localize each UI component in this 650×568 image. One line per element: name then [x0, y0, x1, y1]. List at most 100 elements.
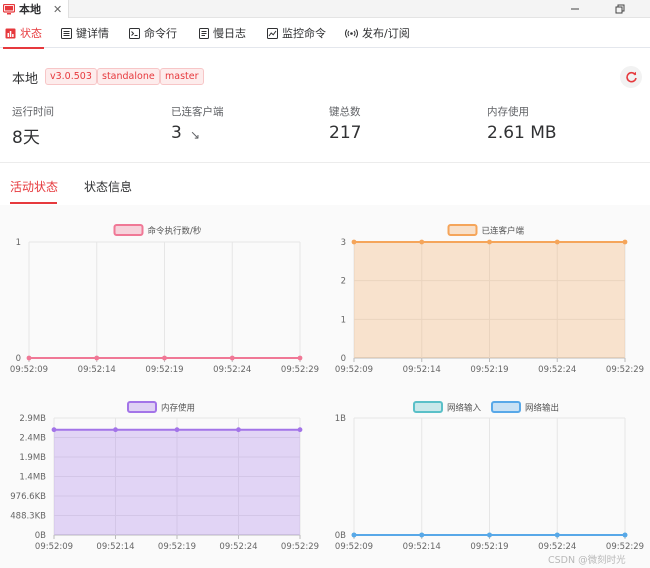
clients-label: 已连客户端 — [171, 106, 224, 118]
data-point — [351, 532, 357, 538]
y-tick-label: 976.6KB — [10, 492, 46, 502]
connection-tab-title: 本地 — [19, 3, 41, 16]
legend-swatch — [447, 224, 478, 236]
data-point — [622, 532, 628, 538]
active-tab-indicator — [10, 202, 57, 204]
connected-clients-chart: 0 1 2 3 09:52:09 09:52:14 09:52:19 09:52:24 09:5… — [335, 224, 644, 375]
x-tick-label: 09:52:19 — [470, 365, 508, 375]
legend-swatch — [491, 401, 521, 413]
legend-swatch — [413, 401, 443, 413]
data-point — [554, 239, 560, 245]
refresh-button[interactable] — [620, 66, 642, 88]
data-point — [236, 427, 241, 433]
close-tab-icon[interactable]: ✕ — [53, 3, 62, 16]
data-point — [162, 355, 167, 361]
data-point — [26, 355, 32, 361]
x-tick-label: 09:52:29 — [281, 542, 319, 552]
tab-monitor-commands-label: 监控命令 — [282, 27, 326, 40]
y-tick-label: 1.9MB — [19, 453, 46, 463]
data-point — [174, 427, 180, 433]
data-point — [487, 532, 492, 538]
y-tick-label: 3 — [341, 238, 346, 248]
x-tick-label: 09:52:09 — [335, 542, 373, 552]
tab-monitor-commands[interactable]: 监控命令 — [267, 18, 326, 48]
x-tick-label: 09:52:19 — [470, 542, 508, 552]
data-point — [419, 239, 425, 245]
tab-slow-log[interactable]: 慢日志 — [199, 18, 246, 48]
memory-usage-chart: 0B 488.3KB 976.6KB 1.4MB 1.9MB 2.4MB 2.9MB 09:5… — [10, 401, 319, 552]
y-tick-label: 2.9MB — [19, 414, 46, 424]
memory-value: 2.61 MB — [487, 123, 557, 143]
divider — [0, 162, 650, 163]
legend-label: 内存使用 — [161, 403, 195, 414]
series-area — [54, 429, 300, 535]
restore-icon[interactable] — [605, 0, 635, 18]
x-tick-label: 09:52:14 — [96, 542, 134, 552]
tab-command-line-label: 命令行 — [144, 27, 177, 40]
tab-status-label: 状态 — [20, 27, 42, 40]
y-tick-label: 0B — [35, 531, 46, 541]
x-tick-label: 09:52:09 — [10, 365, 48, 375]
monitor-icon — [3, 3, 15, 14]
tab-key-details[interactable]: 键详情 — [61, 18, 109, 48]
tab-pubsub[interactable]: 发布/订阅 — [345, 18, 410, 48]
broadcast-icon — [345, 28, 358, 38]
clients-value: 3 — [171, 123, 182, 143]
y-tick-label: 488.3KB — [10, 512, 46, 522]
tab-key-details-label: 键详情 — [76, 27, 109, 40]
y-tick-label: 2.4MB — [19, 434, 46, 444]
y-tick-label: 0B — [335, 531, 346, 541]
x-tick-label: 09:52:09 — [35, 542, 73, 552]
legend-label: 命令执行数/秒 — [148, 226, 202, 237]
watermark: CSDN @微刻时光 — [548, 555, 626, 566]
network-io-chart: 0B 1B 09:52:09 09:52:14 09:52:19 09:52:24 09:5… — [335, 401, 644, 552]
data-point — [113, 427, 118, 433]
data-point — [297, 355, 303, 361]
tab-activity[interactable]: 活动状态 — [10, 178, 58, 195]
y-tick-label: 1 — [341, 315, 346, 325]
version-tag: v3.0.503 — [45, 68, 97, 85]
y-tick-label: 0 — [341, 354, 346, 364]
memory-label: 内存使用 — [487, 106, 529, 118]
data-point — [487, 239, 492, 245]
tab-slow-log-label: 慢日志 — [213, 27, 246, 40]
tab-status[interactable]: 状态 — [3, 18, 44, 49]
main-tab-bar: 状态 键详情 命令行 慢日志 监控命令 发布/订阅 — [0, 18, 650, 49]
x-tick-label: 09:52:29 — [606, 542, 644, 552]
data-point — [229, 355, 235, 361]
keyboard-icon — [61, 27, 72, 39]
terminal-icon — [129, 27, 140, 39]
data-point — [297, 427, 303, 433]
refresh-icon — [625, 71, 637, 82]
y-tick-label: 2 — [341, 277, 346, 287]
legend-label: 网络输出 — [525, 403, 559, 414]
x-tick-label: 09:52:29 — [281, 365, 319, 375]
legend-label: 已连客户端 — [482, 226, 525, 237]
x-tick-label: 09:52:14 — [78, 365, 116, 375]
role-tag: master — [160, 68, 204, 85]
legend-label: 网络输入 — [447, 403, 482, 414]
minimize-icon[interactable] — [560, 0, 590, 18]
legend-swatch — [113, 224, 144, 236]
chart-icon — [5, 28, 16, 38]
data-point — [94, 355, 100, 361]
y-tick-label: 0 — [16, 354, 21, 364]
legend-swatch — [127, 401, 157, 413]
y-tick-label: 1 — [16, 238, 21, 248]
x-tick-label: 09:52:24 — [538, 542, 576, 552]
tab-command-line[interactable]: 命令行 — [129, 18, 177, 48]
data-point — [51, 427, 57, 433]
x-tick-label: 09:52:29 — [606, 365, 644, 375]
document-icon — [199, 27, 209, 39]
uptime-label: 运行时间 — [12, 106, 54, 118]
series-area — [354, 242, 625, 358]
uptime-value: 8天 — [12, 128, 40, 148]
connection-tab[interactable]: 本地 ✕ — [0, 0, 70, 18]
commands-per-second-chart: 0 1 09:52:09 09:52:14 09:52:19 09:52:24 09:52:… — [10, 224, 319, 375]
trend-down-icon: ↘ — [190, 128, 201, 142]
x-tick-label: 09:52:19 — [158, 542, 196, 552]
tab-status-info[interactable]: 状态信息 — [84, 178, 132, 195]
app-root: 本地 ✕ 状态 键详情 命令行 慢日志 监控命令 发布/订阅 本地 v3.0.5… — [0, 0, 650, 568]
x-tick-label: 09:52:14 — [403, 365, 441, 375]
keys-value: 217 — [329, 123, 362, 143]
